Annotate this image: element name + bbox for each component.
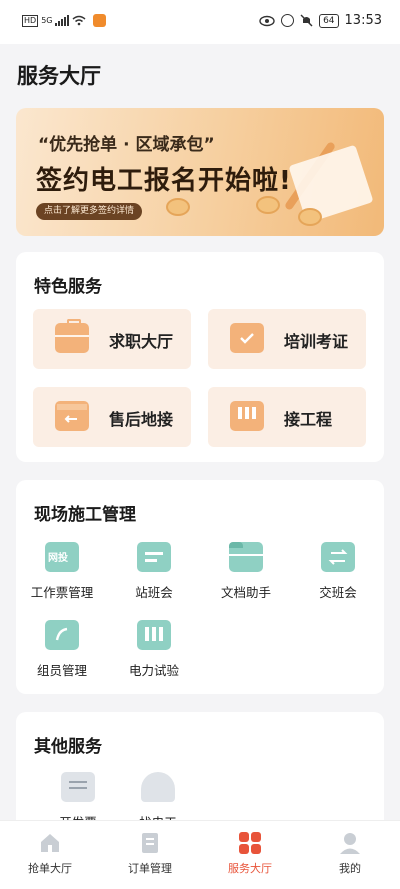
tab-order-management[interactable]: 订单管理 (100, 831, 200, 876)
grid-icon (238, 831, 262, 855)
tool-shift-meeting[interactable]: 站班会 (112, 542, 196, 601)
app-notification-icon (93, 14, 107, 27)
helmet-icon (141, 772, 175, 802)
meeting-board-icon (137, 542, 171, 572)
feature-label: 接工程 (284, 410, 333, 429)
bottom-tab-bar: 抢单大厅 订单管理 服务大厅 我的 (0, 820, 400, 889)
coin-icon (166, 198, 190, 216)
tool-label: 站班会 (135, 585, 173, 600)
tool-power-test[interactable]: 电力试验 (112, 620, 196, 679)
feature-label: 培训考证 (284, 332, 349, 351)
briefcase-icon (55, 319, 89, 353)
alarm-icon (281, 14, 295, 27)
tool-label: 交班会 (319, 585, 357, 600)
tab-label: 抢单大厅 (28, 862, 72, 875)
tool-document-assistant[interactable]: 文档助手 (204, 542, 288, 601)
section-title: 现场施工管理 (34, 505, 136, 525)
hd-badge: HD (22, 14, 39, 27)
wifi-icon (73, 15, 86, 26)
network-badge: 5G (41, 16, 53, 25)
battery-icon: 64 (319, 13, 339, 28)
tool-label: 文档助手 (220, 585, 271, 600)
feature-job-hall[interactable]: 求职大厅 (33, 309, 191, 369)
feature-take-project[interactable]: 接工程 (208, 387, 366, 447)
page-title: 服务大厅 (17, 64, 101, 88)
featured-services-card: 特色服务 求职大厅 培训考证 售后地接 接工程 (16, 252, 384, 462)
section-title: 特色服务 (34, 277, 102, 297)
tab-profile[interactable]: 我的 (300, 831, 400, 876)
tool-label: 工作票管理 (30, 585, 94, 600)
home-icon (38, 831, 62, 855)
coin-icon (298, 208, 322, 226)
tab-service-hall[interactable]: 服务大厅 (200, 831, 300, 876)
feature-label: 售后地接 (109, 410, 174, 429)
work-ticket-badge: 网投 (48, 553, 68, 564)
tab-label: 订单管理 (128, 862, 172, 875)
certificate-icon (230, 323, 264, 353)
invoice-icon (61, 772, 95, 802)
clock: 13:53 (344, 13, 382, 28)
tool-work-ticket[interactable]: 网投 工作票管理 (20, 542, 104, 601)
tool-label: 电力试验 (128, 663, 179, 678)
site-management-card: 现场施工管理 网投 工作票管理 站班会 文档助手 交班会 组员管理 电力试验 (16, 480, 384, 694)
feature-label: 求职大厅 (109, 332, 174, 351)
order-icon (138, 831, 162, 855)
handover-icon (321, 542, 355, 572)
signal-icon (55, 15, 70, 26)
tool-label: 组员管理 (36, 663, 87, 678)
tab-label: 我的 (339, 862, 361, 875)
tab-grab-orders[interactable]: 抢单大厅 (0, 831, 100, 876)
coin-icon (256, 196, 280, 214)
mute-icon (300, 14, 313, 27)
folder-icon (229, 542, 263, 572)
work-ticket-icon: 网投 (45, 542, 79, 572)
banner-subtitle: “优先抢单 · 区域承包” (38, 135, 215, 155)
banner-details-link[interactable]: 点击了解更多签约详情 (36, 203, 143, 220)
tool-handover-meeting[interactable]: 交班会 (296, 542, 380, 601)
project-icon (230, 401, 264, 431)
power-test-icon (137, 620, 171, 650)
banner-headline: 签约电工报名开始啦! (36, 166, 292, 196)
tool-member-management[interactable]: 组员管理 (20, 620, 104, 679)
contacts-icon (45, 620, 79, 650)
tab-label: 服务大厅 (228, 862, 272, 875)
feature-training-cert[interactable]: 培训考证 (208, 309, 366, 369)
status-bar: HD 5G 64 13:53 (0, 0, 400, 44)
eye-icon (259, 15, 275, 26)
promo-banner[interactable]: “优先抢单 · 区域承包” 签约电工报名开始啦! 点击了解更多签约详情 (16, 108, 384, 236)
section-title: 其他服务 (34, 737, 102, 757)
profile-icon (338, 831, 362, 855)
feature-after-sales[interactable]: 售后地接 (33, 387, 191, 447)
return-box-icon (55, 401, 89, 431)
